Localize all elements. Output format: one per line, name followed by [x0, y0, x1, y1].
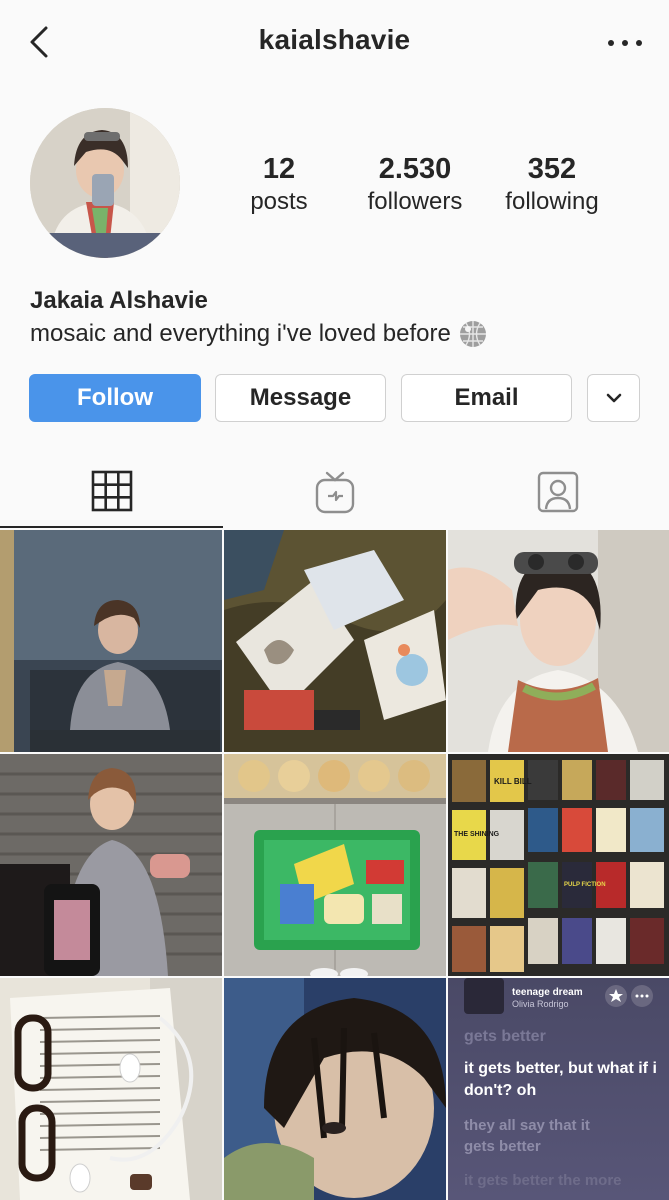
disco-ball-icon: [459, 321, 486, 347]
person-tag-icon: [537, 471, 578, 512]
tab-posts[interactable]: [0, 455, 223, 528]
tab-igtv[interactable]: [223, 455, 446, 528]
bio-text: mosaic and everything i've loved before: [30, 320, 451, 347]
profile-bio: mosaic and everything i've loved before: [30, 320, 487, 348]
tab-tagged[interactable]: [446, 455, 669, 528]
email-button[interactable]: Email: [401, 374, 572, 422]
profile-tabs: [0, 455, 669, 528]
profile-name: Jakaia Alshavie: [30, 287, 208, 314]
followers-count[interactable]: 2.530 followers: [340, 152, 490, 218]
chevron-down-icon: [606, 393, 621, 403]
lyrics-line-later: it gets better the more: [464, 1172, 622, 1189]
post-thumbnail[interactable]: [224, 754, 446, 976]
lyrics-song-title: teenage dream: [512, 987, 583, 998]
grid-icon: [91, 470, 132, 511]
ellipsis-icon[interactable]: [603, 26, 647, 60]
tv-icon: [315, 471, 354, 513]
post-thumbnail[interactable]: [0, 978, 222, 1200]
following-count[interactable]: 352 following: [477, 152, 627, 218]
post-grid: KILL BILL THE SHINING PULP FICTION teena…: [0, 530, 669, 1200]
post-thumbnail[interactable]: KILL BILL THE SHINING PULP FICTION: [448, 754, 669, 976]
poster-text: THE SHINING: [454, 831, 500, 838]
post-thumbnail[interactable]: [0, 754, 222, 976]
posts-count: 12 posts: [204, 152, 354, 218]
lyrics-line-next: they all say that it gets better: [464, 1117, 590, 1155]
post-thumbnail[interactable]: [224, 978, 446, 1200]
lyrics-artist: Olivia Rodrigo: [512, 999, 569, 1009]
page-title: kaialshavie: [258, 24, 411, 55]
poster-text: KILL BILL: [494, 777, 532, 786]
following-count-label: following: [505, 188, 599, 215]
suggested-dropdown-button[interactable]: [587, 374, 640, 422]
post-thumbnail[interactable]: [448, 530, 669, 752]
post-thumbnail[interactable]: [224, 530, 446, 752]
posts-count-value: 12: [262, 153, 296, 185]
lyrics-line-current: it gets better, but what if i don't? oh: [464, 1060, 657, 1099]
top-bar: kaialshavie: [0, 0, 669, 86]
post-thumbnail[interactable]: teenage dream Olivia Rodrigo gets better…: [448, 978, 669, 1200]
follow-button[interactable]: Follow: [29, 374, 201, 422]
posts-count-label: posts: [250, 188, 308, 215]
following-count-value: 352: [527, 153, 577, 185]
message-button[interactable]: Message: [215, 374, 386, 422]
avatar[interactable]: [30, 108, 180, 258]
followers-count-value: 2.530: [378, 153, 452, 185]
post-thumbnail[interactable]: [0, 530, 222, 752]
lyrics-line-previous: gets better: [464, 1028, 546, 1045]
followers-count-label: followers: [367, 188, 463, 215]
poster-text: PULP FICTION: [564, 882, 606, 888]
